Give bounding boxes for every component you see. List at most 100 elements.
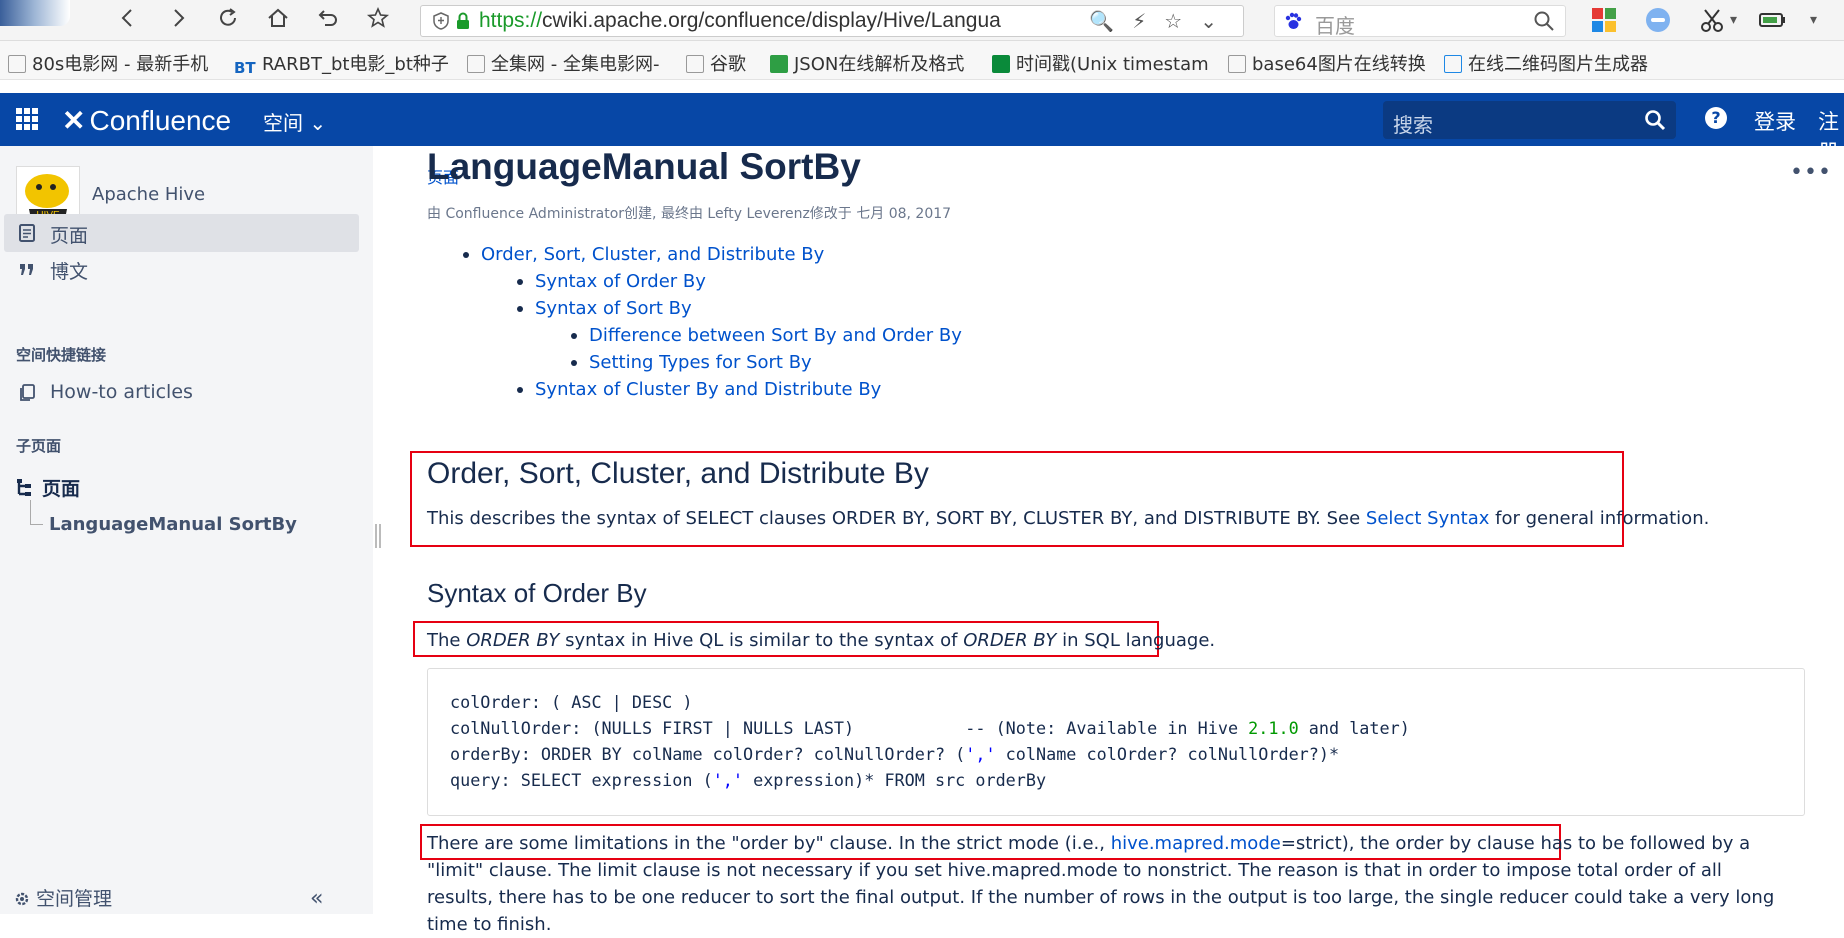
forward-icon[interactable] (162, 6, 194, 34)
toc-link[interactable]: Syntax of Sort By (535, 298, 692, 319)
browser-search-box[interactable]: 百度 (1274, 5, 1566, 38)
sidebar-item-blog[interactable]: 博文 (4, 250, 359, 288)
qrcode-icon (1444, 55, 1462, 73)
shield-icon[interactable] (431, 11, 451, 31)
scissors-dropdown-icon[interactable]: ▾ (1730, 6, 1758, 34)
hive-mapred-mode-link[interactable]: hive.mapred.mode (1111, 833, 1281, 854)
reload-icon[interactable] (212, 6, 244, 34)
collapse-sidebar-icon[interactable]: « (310, 886, 323, 911)
battery-icon[interactable] (1758, 6, 1786, 34)
gear-icon (15, 892, 29, 906)
bookmark-item[interactable]: base64图片在线转换 (1228, 50, 1426, 76)
sidebar-item-label: 页面 (50, 225, 89, 247)
timestamp-icon (992, 55, 1010, 73)
browser-logo (0, 0, 70, 26)
bookmark-item[interactable]: 全集网 - 全集电影网- (467, 50, 659, 76)
quote-icon (20, 264, 33, 275)
toc-link[interactable]: Syntax of Cluster By and Distribute By (535, 379, 881, 400)
apps-grid-icon[interactable] (1590, 6, 1618, 34)
page-tree-root[interactable]: 页面 (16, 474, 80, 501)
toc-item[interactable]: Difference between Sort By and Order By (571, 322, 962, 349)
page-icon (19, 224, 35, 242)
bullet (517, 306, 523, 312)
search-placeholder: 搜索 (1393, 113, 1433, 137)
home-icon[interactable] (262, 6, 294, 34)
extension-circle-icon[interactable] (1644, 6, 1672, 34)
sidebar-item-label: How-to articles (50, 381, 193, 403)
sidebar-item-pages[interactable]: 页面 (4, 214, 359, 252)
sidebar-item-how-to-articles[interactable]: How-to articles (4, 374, 359, 412)
lightning-icon[interactable]: ⚡ (1132, 9, 1164, 33)
bt-icon: BT (234, 59, 256, 77)
url-text: https://cwiki.apache.org/confluence/disp… (479, 9, 1001, 32)
bookmark-item[interactable]: 在线二维码图片生成器 (1444, 50, 1648, 76)
json-icon (770, 55, 788, 73)
search-icon[interactable] (1533, 10, 1555, 32)
address-bar[interactable]: https://cwiki.apache.org/confluence/disp… (420, 5, 1244, 37)
tree-connector (30, 500, 43, 525)
toc-item[interactable]: Syntax of Sort By (517, 295, 692, 322)
search-input[interactable]: 搜索 (1383, 101, 1676, 139)
bullet (517, 279, 523, 285)
section-heading: Order, Sort, Cluster, and Distribute By (427, 457, 929, 490)
select-syntax-link[interactable]: Select Syntax (1366, 508, 1489, 529)
bookmark-item[interactable]: BT RARBT_bt电影_bt种子 (234, 50, 449, 77)
bullet (517, 387, 523, 393)
page-byline: 由 Confluence Administrator创建, 最终由 Lefty … (427, 206, 952, 222)
browser-toolbar: https://cwiki.apache.org/confluence/disp… (0, 0, 1844, 41)
page-content: 页面 LanguageManual SortBy 由 Confluence Ad… (410, 146, 1807, 935)
toc-item[interactable]: Syntax of Cluster By and Distribute By (517, 376, 881, 403)
toc-item[interactable]: Order, Sort, Cluster, and Distribute By (463, 241, 824, 268)
bullet (571, 360, 577, 366)
bookmark-star-icon[interactable] (362, 6, 394, 34)
toc-link[interactable]: Difference between Sort By and Order By (589, 325, 962, 346)
battery-dropdown-icon[interactable]: ▾ (1810, 6, 1838, 34)
child-pages-heading: 子页面 (16, 437, 62, 455)
bookmark-item[interactable]: JSON在线解析及格式 (770, 50, 964, 76)
bookmark-icon (8, 55, 26, 73)
order-by-limitations: There are some limitations in the "order… (427, 833, 1775, 935)
register-link[interactable]: 注册 (1818, 106, 1844, 166)
favorite-icon[interactable]: ☆ (1164, 9, 1200, 33)
scissors-icon[interactable] (1698, 6, 1726, 34)
space-name[interactable]: Apache Hive (92, 184, 205, 205)
page-icon (1228, 55, 1246, 73)
page-icon (467, 55, 485, 73)
help-icon[interactable]: ? (1705, 107, 1727, 129)
baidu-paw-icon (1285, 12, 1302, 29)
sidebar-resize-handle[interactable] (375, 524, 381, 548)
toc-link[interactable]: Syntax of Order By (535, 271, 706, 292)
bookmark-item[interactable]: 谷歌 (686, 50, 746, 76)
login-link[interactable]: 登录 (1754, 106, 1796, 136)
space-sidebar: HIVE Apache Hive 页面 博文 空间快捷链接 How-to art… (0, 146, 373, 914)
bookmark-item[interactable]: 80s电影网 - 最新手机 (8, 50, 208, 76)
undo-icon[interactable] (312, 6, 344, 34)
toc-link[interactable]: Setting Types for Sort By (589, 352, 812, 373)
code-text: colOrder: ( ASC | DESC ) colNullOrder: (… (450, 692, 1410, 790)
app-switcher-icon[interactable] (15, 107, 39, 131)
zoom-icon[interactable]: 🔍 (1089, 9, 1132, 33)
bullet (463, 252, 469, 258)
browser-search-placeholder: 百度 (1315, 14, 1355, 38)
page-tree-icon (17, 479, 31, 496)
confluence-logo[interactable]: ✕ Confluence (62, 104, 231, 137)
toc-link[interactable]: Order, Sort, Cluster, and Distribute By (481, 244, 824, 265)
page-icon (686, 55, 704, 73)
toc-item[interactable]: Setting Types for Sort By (571, 349, 812, 376)
shortcuts-heading: 空间快捷链接 (16, 346, 107, 364)
page-tree-item[interactable]: LanguageManual SortBy (49, 514, 297, 535)
section-intro: This describes the syntax of SELECT clau… (427, 508, 1710, 529)
back-icon[interactable] (112, 6, 144, 34)
search-icon[interactable] (1644, 109, 1666, 131)
copy-icon (20, 384, 35, 401)
confluence-header: ✕ Confluence 空间 ⌄ 搜索 ? 登录 注册 (0, 93, 1844, 164)
bullet (571, 333, 577, 339)
toc-item[interactable]: Syntax of Order By (517, 268, 706, 295)
order-by-description: The ORDER BY syntax in Hive QL is simila… (427, 630, 1216, 651)
code-block[interactable]: colOrder: ( ASC | DESC ) colNullOrder: (… (427, 668, 1805, 816)
bookmark-item[interactable]: 时间戳(Unix timestam (992, 50, 1209, 76)
space-admin-button[interactable]: 空间管理 (14, 884, 112, 911)
chevron-down-icon[interactable]: ⌄ (1200, 9, 1235, 33)
chevron-down-icon: ⌄ (309, 111, 327, 135)
spaces-menu[interactable]: 空间 ⌄ (263, 107, 326, 136)
